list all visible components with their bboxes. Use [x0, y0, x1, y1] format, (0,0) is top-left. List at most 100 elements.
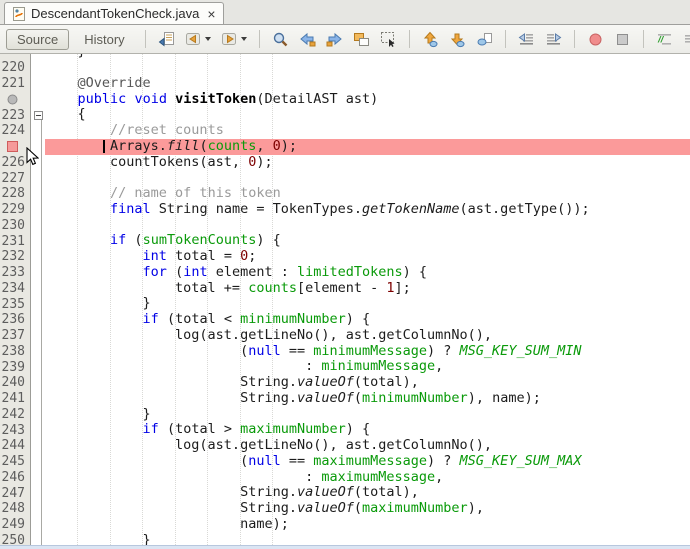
line-number[interactable]: 232 [0, 249, 31, 265]
code-text[interactable]: if (sumTokenCounts) { [45, 233, 690, 249]
line-number[interactable]: 238 [0, 344, 31, 360]
line-number[interactable]: 235 [0, 296, 31, 312]
find-previous-button[interactable] [298, 30, 317, 49]
code-text[interactable] [45, 60, 690, 76]
navigate-forward-button[interactable] [220, 30, 248, 49]
code-line-238[interactable]: 238 (null == minimumMessage) ? MSG_KEY_S… [0, 344, 690, 360]
code-line-233[interactable]: 233 for (int element : limitedTokens) { [0, 265, 690, 281]
code-text[interactable]: } [45, 407, 690, 423]
code-line-239[interactable]: 239 : minimumMessage, [0, 359, 690, 375]
code-line-246[interactable]: 246 : maximumMessage, [0, 470, 690, 486]
code-text[interactable]: //reset counts [45, 123, 690, 139]
code-editor[interactable]: } 220221 @Override public void visitToken… [0, 54, 690, 549]
code-text[interactable] [45, 218, 690, 234]
code-line-230[interactable]: 230 [0, 218, 690, 234]
tab-close-icon[interactable]: × [207, 7, 215, 21]
code-line-237[interactable]: 237 log(ast.getLineNo(), ast.getColumnNo… [0, 328, 690, 344]
code-text[interactable]: log(ast.getLineNo(), ast.getColumnNo(), [45, 328, 690, 344]
code-line-228[interactable]: 228 // name of this token [0, 186, 690, 202]
line-number[interactable]: 249 [0, 517, 31, 533]
line-number[interactable]: 234 [0, 281, 31, 297]
code-text[interactable]: String.valueOf(total), [45, 485, 690, 501]
history-button[interactable]: History [73, 29, 135, 50]
toggle-bookmark-button[interactable] [475, 30, 494, 49]
code-line-231[interactable]: 231 if (sumTokenCounts) { [0, 233, 690, 249]
line-number[interactable]: 230 [0, 218, 31, 234]
code-text[interactable]: (null == maximumMessage) ? MSG_KEY_SUM_M… [45, 454, 690, 470]
line-number[interactable]: 237 [0, 328, 31, 344]
line-number[interactable]: 228 [0, 186, 31, 202]
code-text[interactable]: @Override [45, 76, 690, 92]
line-number[interactable]: 227 [0, 170, 31, 186]
code-line-225[interactable]: Arrays.fill(counts, 0); [0, 139, 690, 155]
line-number[interactable]: 236 [0, 312, 31, 328]
comment-button[interactable]: // [655, 30, 674, 49]
line-number[interactable]: 223 [0, 107, 31, 123]
code-line-224[interactable]: 224 //reset counts [0, 123, 690, 139]
code-text[interactable] [45, 170, 690, 186]
code-line-222[interactable]: public void visitToken(DetailAST ast) [0, 92, 690, 108]
code-text[interactable]: (null == minimumMessage) ? MSG_KEY_SUM_M… [45, 344, 690, 360]
line-number[interactable]: 240 [0, 375, 31, 391]
last-edit-position-button[interactable] [157, 30, 176, 49]
line-number[interactable]: 220 [0, 60, 31, 76]
toggle-highlight-button[interactable] [352, 30, 371, 49]
line-number[interactable]: 239 [0, 359, 31, 375]
code-text[interactable]: { [45, 107, 690, 123]
code-text[interactable]: total += counts[element - 1]; [45, 281, 690, 297]
stop-macro-recording-button[interactable] [613, 30, 632, 49]
shift-line-right-button[interactable] [544, 30, 563, 49]
line-number[interactable]: 244 [0, 438, 31, 454]
line-number[interactable]: 247 [0, 485, 31, 501]
code-text[interactable]: final String name = TokenTypes.getTokenN… [45, 202, 690, 218]
rectangular-selection-button[interactable] [379, 30, 398, 49]
line-number[interactable]: 221 [0, 76, 31, 92]
code-text[interactable]: String.valueOf(maximumNumber), [45, 501, 690, 517]
code-line-226[interactable]: 226 countTokens(ast, 0); [0, 155, 690, 171]
line-number[interactable]: 231 [0, 233, 31, 249]
code-area[interactable]: } 220221 @Override public void visitToken… [0, 54, 690, 548]
line-number[interactable]: 243 [0, 422, 31, 438]
find-next-button[interactable] [325, 30, 344, 49]
line-number[interactable]: 245 [0, 454, 31, 470]
line-number[interactable]: 248 [0, 501, 31, 517]
code-line-241[interactable]: 241 String.valueOf(minimumNumber), name)… [0, 391, 690, 407]
code-text[interactable]: if (total < minimumNumber) { [45, 312, 690, 328]
line-number[interactable]: 233 [0, 265, 31, 281]
code-line-227[interactable]: 227 [0, 170, 690, 186]
code-text[interactable]: String.valueOf(total), [45, 375, 690, 391]
code-line-242[interactable]: 242 } [0, 407, 690, 423]
tab-descendanttokencheck[interactable]: DescendantTokenCheck.java × [4, 2, 224, 24]
code-text[interactable]: for (int element : limitedTokens) { [45, 265, 690, 281]
code-line-220[interactable]: 220 [0, 60, 690, 76]
code-line-240[interactable]: 240 String.valueOf(total), [0, 375, 690, 391]
code-text[interactable]: : maximumMessage, [45, 470, 690, 486]
code-text[interactable]: Arrays.fill(counts, 0); [45, 139, 690, 155]
line-number[interactable]: 242 [0, 407, 31, 423]
code-text[interactable]: // name of this token [45, 186, 690, 202]
shift-line-left-button[interactable] [517, 30, 536, 49]
code-text[interactable]: public void visitToken(DetailAST ast) [45, 92, 690, 108]
code-line-234[interactable]: 234 total += counts[element - 1]; [0, 281, 690, 297]
code-text[interactable]: if (total > maximumNumber) { [45, 422, 690, 438]
code-line-243[interactable]: 243 if (total > maximumNumber) { [0, 422, 690, 438]
code-text[interactable]: name); [45, 517, 690, 533]
line-number[interactable]: 241 [0, 391, 31, 407]
code-text[interactable]: } [45, 296, 690, 312]
breakpoint-gutter[interactable] [0, 139, 31, 155]
fold-toggle-icon[interactable] [34, 111, 43, 120]
code-text[interactable]: countTokens(ast, 0); [45, 155, 690, 171]
start-macro-recording-button[interactable] [586, 30, 605, 49]
line-number[interactable]: 246 [0, 470, 31, 486]
dropdown-caret-icon[interactable] [241, 37, 247, 41]
code-line-245[interactable]: 245 (null == maximumMessage) ? MSG_KEY_S… [0, 454, 690, 470]
inactive-breakpoint-gutter[interactable] [0, 92, 31, 108]
line-number[interactable]: 229 [0, 202, 31, 218]
line-number[interactable]: 224 [0, 123, 31, 139]
line-number[interactable]: 226 [0, 155, 31, 171]
navigate-back-button[interactable] [184, 30, 212, 49]
code-line-223[interactable]: 223 { [0, 107, 690, 123]
code-line-235[interactable]: 235 } [0, 296, 690, 312]
code-line-229[interactable]: 229 final String name = TokenTypes.getTo… [0, 202, 690, 218]
code-line-249[interactable]: 249 name); [0, 517, 690, 533]
